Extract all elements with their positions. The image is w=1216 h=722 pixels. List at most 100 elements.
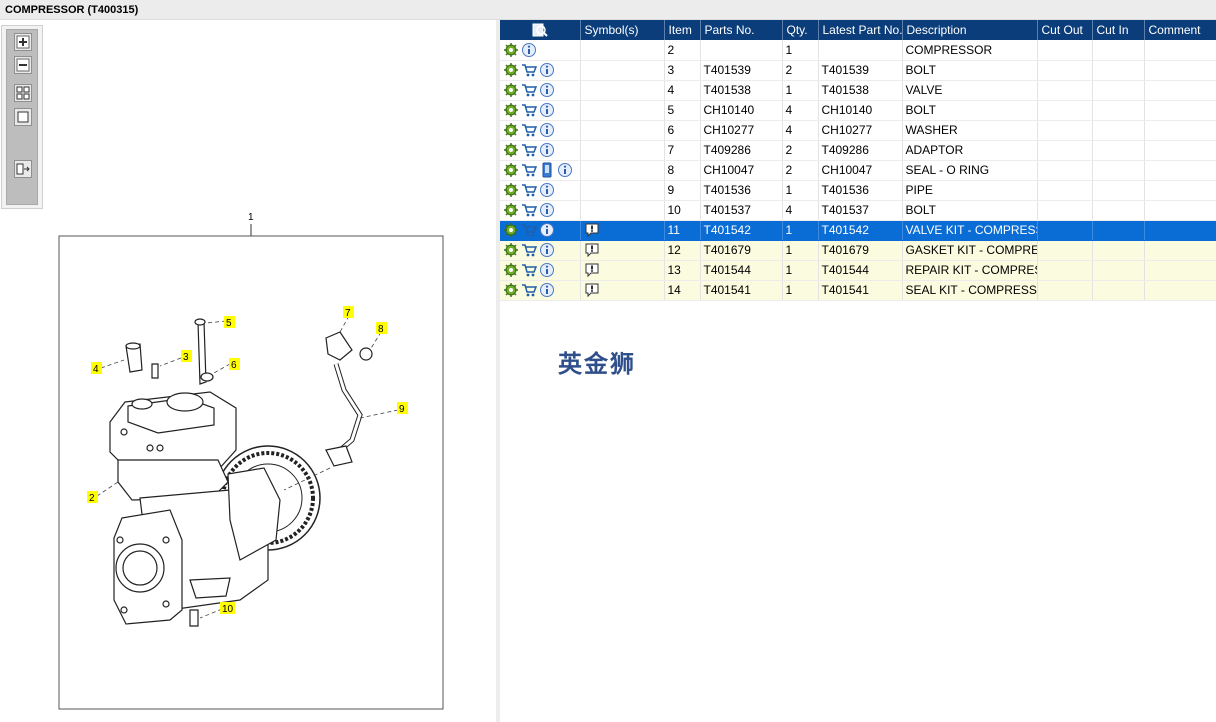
table-row[interactable]: 4 T401538 1 T401538 VALVE — [500, 80, 1216, 101]
zoom-out-button[interactable] — [14, 56, 32, 74]
zoom-in-button[interactable] — [14, 33, 32, 51]
info-icon[interactable] — [557, 162, 573, 178]
latest-part-no-cell: T401679 — [818, 240, 903, 261]
latest-part-no-cell: T401538 — [818, 80, 903, 101]
cart-icon[interactable] — [521, 82, 537, 98]
symbols-cell — [580, 140, 665, 161]
cart-icon[interactable] — [521, 142, 537, 158]
gear-icon[interactable] — [503, 162, 519, 178]
gear-icon[interactable] — [503, 122, 519, 138]
table-row[interactable]: 3 T401539 2 T401539 BOLT — [500, 60, 1216, 81]
table-row[interactable]: 13T4015441T401544REPAIR KIT - COMPRESSO — [500, 260, 1216, 281]
header-description[interactable]: Description — [902, 20, 1038, 40]
gear-icon[interactable] — [503, 42, 519, 58]
gear-icon[interactable] — [503, 222, 519, 238]
comment-cell — [1144, 140, 1216, 161]
info-icon[interactable] — [539, 242, 555, 258]
parts-no-cell: T401537 — [700, 200, 783, 221]
table-row[interactable]: 10 T401537 4 T401537 BOLT — [500, 200, 1216, 221]
header-parts-no[interactable]: Parts No. — [700, 20, 783, 40]
cart-icon[interactable] — [521, 262, 537, 278]
table-row[interactable]: 7 T409286 2 T409286 ADAPTOR — [500, 140, 1216, 161]
fit-page-button[interactable] — [14, 108, 32, 126]
info-icon[interactable] — [521, 42, 537, 58]
callout-8-label: 8 — [378, 324, 384, 335]
cart-icon[interactable] — [521, 222, 537, 238]
search-header-cell[interactable] — [500, 20, 581, 40]
note-icon[interactable] — [584, 222, 600, 238]
cart-icon[interactable] — [521, 202, 537, 218]
info-icon[interactable] — [539, 142, 555, 158]
info-icon[interactable] — [539, 202, 555, 218]
table-row[interactable]: 5 CH10140 4 CH10140 BOLT — [500, 100, 1216, 121]
gear-icon[interactable] — [503, 182, 519, 198]
gear-icon[interactable] — [503, 242, 519, 258]
header-item[interactable]: Item — [664, 20, 701, 40]
frame-label: 1 — [248, 212, 254, 223]
description-cell: BOLT — [902, 60, 1038, 81]
table-row[interactable]: 14T4015411T401541SEAL KIT - COMPRESSOR — [500, 280, 1216, 301]
header-latest-part-no[interactable]: Latest Part No. — [818, 20, 903, 40]
info-icon[interactable] — [539, 82, 555, 98]
header-cut-out[interactable]: Cut Out — [1037, 20, 1093, 40]
info-icon[interactable] — [539, 262, 555, 278]
toggle-list-icon — [16, 163, 30, 175]
table-row[interactable]: 2 1 COMPRESSOR — [500, 40, 1216, 61]
gear-icon[interactable] — [503, 62, 519, 78]
gear-icon[interactable] — [503, 102, 519, 118]
note-icon[interactable] — [584, 242, 600, 258]
callout-9-label: 9 — [399, 404, 405, 415]
cart-icon[interactable] — [521, 62, 537, 78]
info-icon[interactable] — [539, 122, 555, 138]
qty-cell: 1 — [782, 40, 819, 61]
info-icon[interactable] — [539, 222, 555, 238]
symbols-cell — [580, 80, 665, 101]
info-icon[interactable] — [539, 62, 555, 78]
small-bolt-part — [151, 363, 159, 379]
symbols-cell — [580, 260, 665, 281]
header-symbols[interactable]: Symbol(s) — [580, 20, 665, 40]
parts-no-cell — [700, 40, 783, 61]
cart-icon[interactable] — [521, 182, 537, 198]
cut-out-cell — [1037, 60, 1093, 81]
table-row[interactable]: 12T4016791T401679GASKET KIT - COMPRESSO — [500, 240, 1216, 261]
note-icon[interactable] — [584, 262, 600, 278]
info-icon[interactable] — [539, 282, 555, 298]
cart-icon[interactable] — [521, 162, 537, 178]
document-icon[interactable] — [539, 162, 555, 178]
note-icon[interactable] — [584, 282, 600, 298]
cut-out-cell — [1037, 120, 1093, 141]
table-row[interactable]: 8 CH10047 2 CH10047 SEAL - O RING — [500, 160, 1216, 181]
table-row[interactable]: 11T4015421T401542VALVE KIT - COMPRESSOR — [500, 220, 1216, 241]
zoom-toolbar-panel — [6, 29, 38, 205]
gear-icon[interactable] — [503, 142, 519, 158]
table-row[interactable]: 6 CH10277 4 CH10277 WASHER — [500, 120, 1216, 141]
actions-cell — [500, 140, 581, 161]
gear-icon[interactable] — [503, 82, 519, 98]
gear-icon[interactable] — [503, 282, 519, 298]
symbols-cell — [580, 220, 665, 241]
gear-icon[interactable] — [503, 262, 519, 278]
header-comment[interactable]: Comment — [1144, 20, 1216, 40]
parts-no-cell: T401538 — [700, 80, 783, 101]
header-qty[interactable]: Qty. — [782, 20, 819, 40]
info-icon[interactable] — [539, 102, 555, 118]
fit-all-button[interactable] — [14, 84, 32, 102]
table-row[interactable]: 9 T401536 1 T401536 PIPE — [500, 180, 1216, 201]
actions-cell — [500, 180, 581, 201]
cut-out-cell — [1037, 280, 1093, 301]
parts-no-cell: T401536 — [700, 180, 783, 201]
cart-icon[interactable] — [521, 102, 537, 118]
cut-in-cell — [1092, 100, 1145, 121]
qty-cell: 1 — [782, 80, 819, 101]
cart-icon[interactable] — [521, 122, 537, 138]
header-cut-in[interactable]: Cut In — [1092, 20, 1145, 40]
gear-icon[interactable] — [503, 202, 519, 218]
cart-icon[interactable] — [521, 282, 537, 298]
toggle-list-button[interactable] — [14, 160, 32, 178]
comment-cell — [1144, 160, 1216, 181]
comment-cell — [1144, 120, 1216, 141]
info-icon[interactable] — [539, 182, 555, 198]
cut-out-cell — [1037, 160, 1093, 181]
cart-icon[interactable] — [521, 242, 537, 258]
